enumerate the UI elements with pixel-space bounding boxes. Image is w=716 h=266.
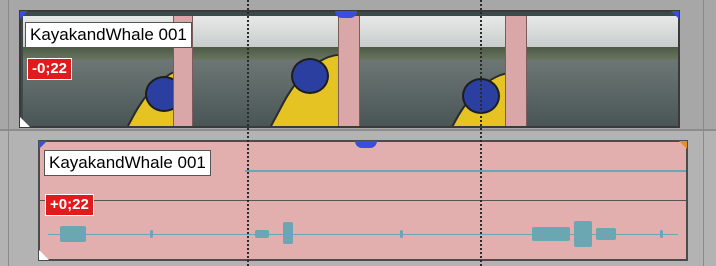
track-separator[interactable] bbox=[0, 129, 716, 131]
audio-channel-line bbox=[40, 200, 686, 201]
waveform-peak bbox=[283, 222, 293, 244]
waveform-peak bbox=[60, 226, 86, 242]
audio-fade-handle[interactable] bbox=[355, 141, 377, 148]
video-in-marker-icon[interactable] bbox=[20, 11, 28, 19]
waveform-peak bbox=[574, 221, 592, 247]
video-thumbnail bbox=[360, 16, 505, 126]
audio-in-marker-icon[interactable] bbox=[39, 141, 47, 149]
audio-corner-handle-icon[interactable] bbox=[39, 250, 49, 260]
timeline-right-divider bbox=[703, 0, 704, 266]
event-gap bbox=[338, 16, 360, 126]
timeline-left-divider bbox=[8, 0, 9, 266]
timeline-guide bbox=[480, 0, 482, 266]
video-out-marker-icon[interactable] bbox=[671, 11, 679, 19]
waveform-peak bbox=[532, 227, 570, 241]
volume-envelope[interactable] bbox=[245, 170, 686, 172]
audio-offset-badge: +0;22 bbox=[45, 194, 94, 216]
video-clip-name: KayakandWhale 001 bbox=[25, 22, 192, 48]
waveform-peak bbox=[660, 230, 663, 238]
video-thumbnail bbox=[527, 16, 678, 126]
video-offset-badge: -0;22 bbox=[27, 58, 73, 80]
video-thumbnail bbox=[193, 16, 338, 126]
event-gap bbox=[505, 16, 527, 126]
video-corner-handle-icon[interactable] bbox=[20, 117, 30, 127]
audio-clip-name: KayakandWhale 001 bbox=[44, 150, 211, 176]
waveform-peak bbox=[255, 230, 269, 238]
waveform-peak bbox=[150, 230, 153, 238]
timeline-guide bbox=[247, 0, 249, 266]
audio-out-marker-icon[interactable] bbox=[679, 141, 687, 149]
waveform-peak bbox=[596, 228, 616, 240]
video-fade-handle[interactable] bbox=[335, 11, 357, 18]
waveform-peak bbox=[400, 230, 403, 238]
